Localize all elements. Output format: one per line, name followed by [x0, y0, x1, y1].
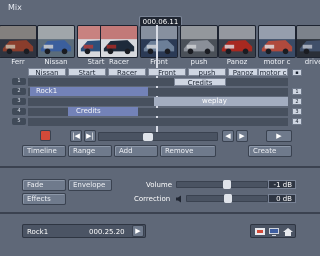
record-indicator-icon[interactable] — [254, 227, 266, 237]
correction-slider[interactable] — [186, 194, 268, 203]
remove-button[interactable]: Remove — [160, 145, 216, 157]
volume-slider-knob[interactable] — [223, 180, 232, 189]
thumbnail-2[interactable] — [37, 25, 75, 58]
tool-icons-group — [250, 224, 296, 238]
tag-front[interactable]: Front — [148, 68, 186, 77]
clip-info-box: Rock1 000.25.20 — [22, 224, 146, 238]
track-end-icon[interactable]: ▪ — [292, 69, 302, 76]
correction-label: Correction — [134, 195, 171, 203]
skip-start-button[interactable]: |◀ — [70, 130, 82, 142]
correction-value: 0 dB — [268, 194, 296, 203]
track-header-5[interactable]: 5 — [12, 118, 26, 125]
track-end-1[interactable]: 1 — [292, 88, 302, 95]
volume-label: Volume — [146, 181, 173, 189]
track-3[interactable]: weplay — [28, 97, 288, 106]
skip-end-button[interactable]: ▶| — [84, 130, 96, 142]
tag-panoz[interactable]: Panoz — [228, 68, 258, 77]
clip-credits-lower[interactable]: Credits — [68, 107, 138, 116]
monitor-icon[interactable] — [268, 227, 280, 237]
track-header-1[interactable]: 1 — [12, 78, 26, 85]
volume-value: -1 dB — [268, 180, 296, 189]
footer-clip-name: Rock1 — [27, 228, 49, 236]
prev-button[interactable]: ◀ — [222, 130, 234, 142]
next-button[interactable]: ▶ — [236, 130, 248, 142]
speaker-icon — [176, 195, 184, 203]
clip-weplay[interactable]: weplay — [154, 97, 288, 106]
clip-rock1[interactable]: Rock1 — [30, 87, 148, 96]
window-title: Mix — [8, 3, 22, 12]
tag-racer[interactable]: Racer — [108, 68, 146, 77]
envelope-button[interactable]: Envelope — [68, 179, 112, 191]
track-header-3[interactable]: 3 — [12, 98, 26, 105]
range-button[interactable]: Range — [68, 145, 112, 157]
divider-bottom — [0, 212, 320, 214]
record-button[interactable] — [40, 130, 51, 141]
timeline-button[interactable]: Timeline — [22, 145, 66, 157]
thumbnail-label-5: Front — [150, 58, 168, 66]
footer-clip-time: 000.25.20 — [89, 228, 125, 236]
thumbnail-5[interactable] — [140, 25, 178, 58]
track-header-2[interactable]: 2 — [12, 88, 26, 95]
timeline-scrollbar[interactable] — [98, 132, 218, 141]
thumbnail-9[interactable] — [296, 25, 320, 58]
thumbnail-label-6: push — [190, 58, 208, 66]
thumbnail-label-1: Ferr — [11, 58, 25, 66]
footer-play-button[interactable]: ▶ — [132, 225, 144, 237]
track-4[interactable]: Credits — [28, 107, 288, 116]
clip-tag-row: Nissan Start Racer Front push Panoz moto… — [28, 68, 288, 77]
thumbnail-7[interactable] — [218, 25, 256, 58]
thumbnail-label-2: Nissan — [44, 58, 68, 66]
timeline-scroll-thumb[interactable] — [143, 133, 153, 141]
tag-start[interactable]: Start — [68, 68, 106, 77]
track-2[interactable]: Rock1 — [28, 87, 288, 96]
track-end-4[interactable]: 4 — [292, 118, 302, 125]
thumbnail-label-9: driver — [304, 58, 320, 66]
tag-push[interactable]: push — [188, 68, 226, 77]
home-icon[interactable] — [282, 227, 294, 237]
thumbnail-label-4: Racer — [108, 58, 130, 66]
thumbnail-label-7: Panoz — [226, 58, 248, 66]
track-5[interactable] — [28, 118, 288, 126]
tag-motor-c[interactable]: motor c — [258, 68, 288, 77]
track-header-4[interactable]: 4 — [12, 108, 26, 115]
effects-button[interactable]: Effects — [22, 193, 66, 205]
correction-slider-knob[interactable] — [224, 194, 232, 203]
track-end-3[interactable]: 3 — [292, 108, 302, 115]
thumbnail-8[interactable] — [258, 25, 296, 58]
tag-nissan[interactable]: Nissan — [28, 68, 66, 77]
thumbnail-4[interactable] — [100, 25, 138, 58]
volume-slider[interactable] — [176, 180, 268, 189]
divider-top — [0, 166, 320, 168]
play-button[interactable]: ▶ — [266, 130, 292, 142]
thumbnail-1[interactable] — [0, 25, 37, 58]
add-button[interactable]: Add — [114, 145, 158, 157]
clip-credits-top[interactable]: Credits — [174, 78, 226, 87]
thumbnail-label-8: motor c — [263, 58, 291, 66]
thumbnail-6[interactable] — [180, 25, 218, 58]
fade-button[interactable]: Fade — [22, 179, 66, 191]
track-1[interactable]: Credits — [28, 78, 288, 87]
track-end-2[interactable]: 2 — [292, 98, 302, 105]
create-button[interactable]: Create — [248, 145, 292, 157]
